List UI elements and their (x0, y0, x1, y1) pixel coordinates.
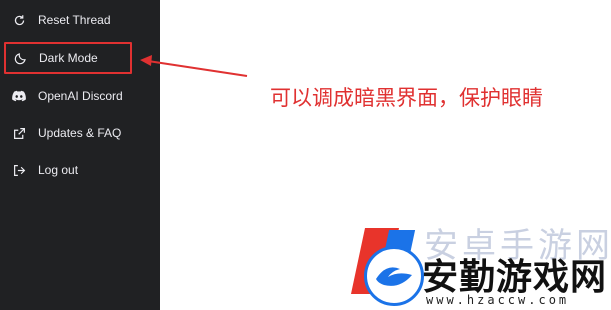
reset-thread-button[interactable]: Reset Thread (0, 2, 160, 38)
openai-discord-link[interactable]: OpenAI Discord (0, 78, 160, 114)
updates-faq-link[interactable]: Updates & FAQ (0, 115, 160, 151)
discord-icon (12, 89, 26, 103)
log-out-label: Log out (38, 163, 79, 177)
external-link-icon (12, 126, 26, 140)
watermark-url: www.hzaccw.com (426, 293, 570, 307)
reset-thread-label: Reset Thread (38, 13, 111, 27)
refresh-icon (12, 13, 26, 27)
sidebar: Reset Thread Dark Mode OpenAI Discord Up… (0, 0, 160, 310)
logout-icon (12, 163, 26, 177)
annotation-text: 可以调成暗黑界面，保护眼睛 (270, 86, 543, 110)
moon-icon (13, 51, 27, 65)
dark-mode-label: Dark Mode (39, 51, 98, 65)
watermark-circle-icon (364, 246, 424, 306)
openai-discord-label: OpenAI Discord (38, 89, 123, 103)
updates-faq-label: Updates & FAQ (38, 126, 122, 140)
dark-mode-button[interactable]: Dark Mode (4, 42, 132, 74)
watermark-logo: 安卓手游网 安勤游戏网 www.hzaccw.com (344, 218, 611, 310)
log-out-button[interactable]: Log out (0, 152, 160, 188)
